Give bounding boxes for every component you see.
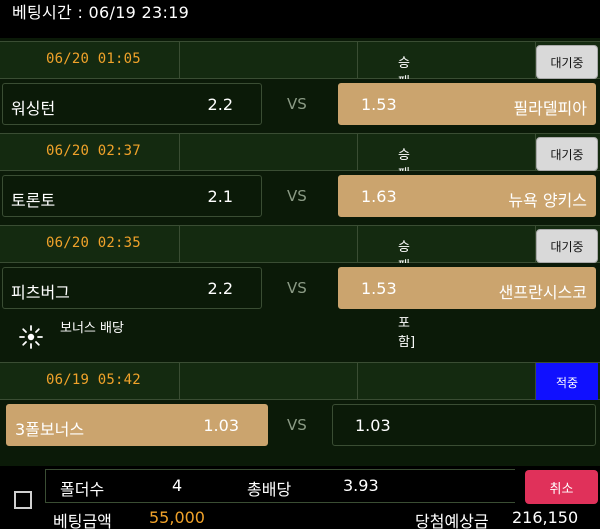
bet-time-header: 베팅시간 : 06/19 23:19 [0, 0, 600, 38]
sparkle-icon [19, 325, 43, 349]
home-odds-button[interactable]: 피츠버그 2.2 [2, 267, 262, 309]
match-time: 06/20 01:05 [46, 51, 141, 67]
bonus-name: 3폴보너스 [15, 420, 85, 439]
match-time: 06/19 05:42 [46, 372, 141, 388]
match-info-row: 06/20 02:37 승패 [연장포함] 대기중 [0, 133, 600, 258]
bet-summary: 폴더수 4 총배당 3.93 베팅금액 55,000 당첨예상금 [45, 466, 515, 529]
expected-payout-label: 당첨예상금 [415, 512, 489, 529]
total-odds-label: 총배당 [247, 480, 292, 499]
cancel-button[interactable]: 취소 [525, 470, 598, 504]
home-team: 토론토 [11, 191, 56, 210]
home-odds: 2.2 [207, 95, 233, 114]
bet-slip-footer: 폴더수 4 총배당 3.93 베팅금액 55,000 당첨예상금 216,150… [0, 466, 600, 529]
status-waiting-button[interactable]: 대기중 [536, 229, 598, 263]
odds-row: 3폴보너스 1.03 VS 1.03 [0, 400, 600, 452]
home-team: 피츠버그 [11, 283, 70, 302]
bet-amount-value: 55,000 [149, 508, 205, 527]
away-team: 뉴욕 양키스 [508, 191, 587, 210]
away-odds-button[interactable]: 1.53 필라델피아 [338, 83, 596, 125]
match-info-row: 06/20 01:05 승패 [연장포함] 대기중 [0, 41, 600, 166]
odds-row: 피츠버그 2.2 VS 1.53 샌프란시스코 [0, 263, 600, 315]
odds-row: 워싱턴 2.2 VS 1.53 필라델피아 [0, 79, 600, 131]
vs-label: VS [287, 279, 307, 297]
away-odds: 1.53 [361, 279, 397, 298]
bonus-away-odds-button[interactable]: 1.03 [332, 404, 596, 446]
odds-row: 토론토 2.1 VS 1.63 뉴욕 양키스 [0, 171, 600, 223]
home-odds: 2.2 [207, 279, 233, 298]
away-team: 필라델피아 [513, 99, 587, 118]
bet-time-text: 베팅시간 : 06/19 23:19 [12, 3, 190, 22]
home-odds: 2.1 [207, 187, 233, 206]
bonus-section-header: 보너스 배당 [0, 312, 600, 362]
status-waiting-button[interactable]: 대기중 [536, 137, 598, 171]
bonus-away-odds: 1.03 [355, 416, 391, 435]
status-hit-button[interactable]: 적중 [536, 363, 598, 401]
folders-label: 폴더수 [60, 480, 105, 499]
home-team: 워싱턴 [11, 99, 56, 118]
bet-amount-label: 베팅금액 [53, 512, 112, 529]
select-checkbox[interactable] [14, 491, 32, 509]
away-odds-button[interactable]: 1.63 뉴욕 양키스 [338, 175, 596, 217]
away-odds-button[interactable]: 1.53 샌프란시스코 [338, 267, 596, 309]
bonus-match-card: 06/19 05:42 적중 3폴보너스 1.03 VS 1.03 [0, 362, 600, 452]
away-team: 샌프란시스코 [498, 283, 587, 302]
bonus-odds-button[interactable]: 3폴보너스 1.03 [6, 404, 268, 446]
match-card: 06/20 01:05 승패 [연장포함] 대기중 워싱턴 2.2 VS 1.5… [0, 41, 600, 166]
match-info-row: 06/20 02:35 승패 [연장포함] 대기중 [0, 225, 600, 350]
match-card: 06/20 02:37 승패 [연장포함] 대기중 토론토 2.1 VS 1.6… [0, 133, 600, 258]
folders-value: 4 [172, 476, 183, 495]
match-card: 06/20 02:35 승패 [연장포함] 대기중 피츠버그 2.2 VS 1.… [0, 225, 600, 350]
match-time: 06/20 02:35 [46, 235, 141, 251]
vs-label: VS [287, 416, 307, 434]
total-odds-value: 3.93 [343, 476, 379, 495]
vs-label: VS [287, 187, 307, 205]
away-odds: 1.63 [361, 187, 397, 206]
away-odds: 1.53 [361, 95, 397, 114]
bonus-label: 보너스 배당 [60, 321, 124, 336]
bonus-odds: 1.03 [203, 416, 239, 435]
status-waiting-button[interactable]: 대기중 [536, 45, 598, 79]
home-odds-button[interactable]: 토론토 2.1 [2, 175, 262, 217]
match-time: 06/20 02:37 [46, 143, 141, 159]
match-info-row: 06/19 05:42 적중 [0, 362, 600, 401]
home-odds-button[interactable]: 워싱턴 2.2 [2, 83, 262, 125]
vs-label: VS [287, 95, 307, 113]
expected-payout-value: 216,150 [512, 508, 579, 527]
